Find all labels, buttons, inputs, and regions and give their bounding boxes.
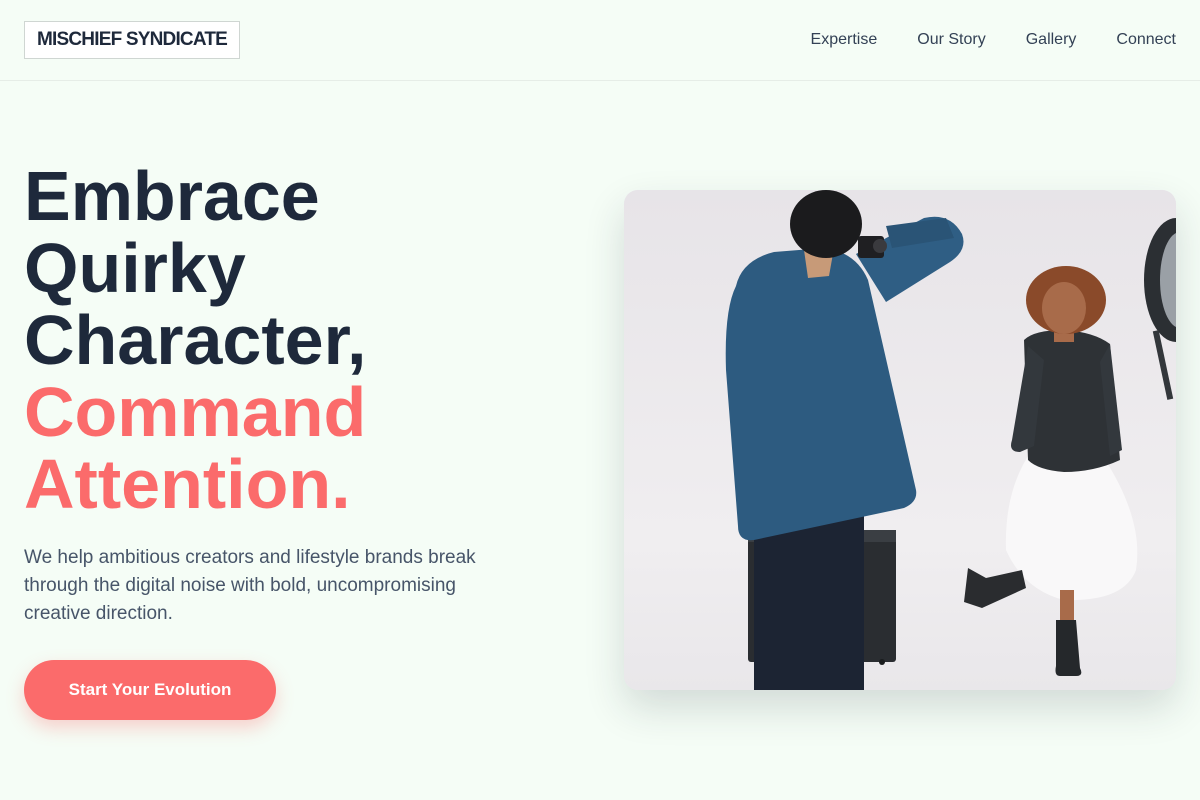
- start-evolution-button[interactable]: Start Your Evolution: [24, 660, 276, 720]
- brand-logo[interactable]: MISCHIEF SYNDICATE: [24, 21, 241, 59]
- hero-headline: Embrace Quirky Character, Command Attent…: [24, 160, 584, 520]
- headline-accent-line: Attention.: [24, 445, 351, 523]
- headline-line: Character,: [24, 301, 367, 379]
- nav-link-expertise[interactable]: Expertise: [811, 30, 878, 50]
- hero-subtext: We help ambitious creators and lifestyle…: [24, 547, 476, 624]
- main-nav: Expertise Our Story Gallery Connect: [811, 30, 1176, 50]
- hero-photo: [624, 190, 1176, 690]
- site-header: MISCHIEF SYNDICATE Expertise Our Story G…: [0, 0, 1200, 81]
- nav-link-our-story[interactable]: Our Story: [917, 30, 985, 50]
- headline-line: Quirky: [24, 229, 246, 307]
- headline-accent-line: Command: [24, 373, 367, 451]
- photoshoot-illustration: [624, 190, 1176, 690]
- headline-line: Embrace: [24, 157, 320, 235]
- nav-link-gallery[interactable]: Gallery: [1026, 30, 1077, 50]
- nav-link-connect[interactable]: Connect: [1116, 30, 1176, 50]
